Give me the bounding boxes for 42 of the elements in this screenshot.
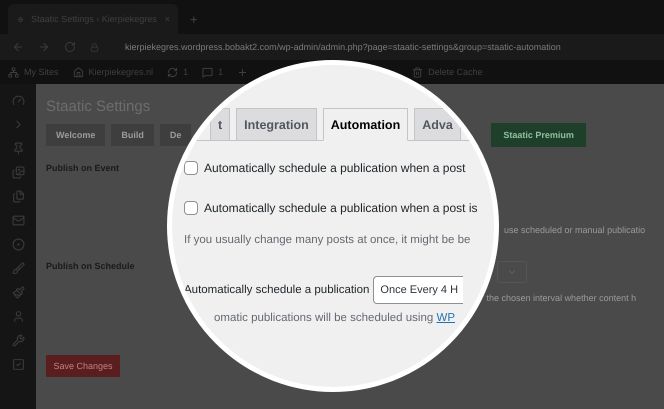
save-button[interactable]: Save Changes — [46, 355, 120, 377]
reload-icon[interactable] — [64, 41, 76, 53]
trash-icon — [412, 66, 424, 78]
mail-icon[interactable] — [12, 214, 24, 227]
wrench-icon[interactable] — [12, 334, 24, 347]
checkbox-label: Automatically schedule a publication when a post — [204, 161, 466, 175]
images-icon[interactable] — [12, 166, 24, 179]
settings-tab[interactable]: Integration — [236, 108, 317, 140]
gauge-icon[interactable] — [12, 94, 24, 107]
checkbox[interactable] — [184, 161, 198, 175]
refresh-icon — [167, 66, 178, 78]
settings-tab[interactable]: Adva — [414, 108, 461, 140]
user-icon[interactable] — [12, 310, 24, 323]
network-icon — [8, 66, 19, 78]
circle-icon[interactable] — [12, 238, 24, 251]
description-text: the chosen interval whether content h — [486, 293, 636, 303]
pages-icon[interactable] — [12, 190, 24, 203]
paintbrush-icon[interactable] — [12, 286, 24, 299]
schedule-label: Automatically schedule a publication — [184, 284, 370, 296]
forward-icon[interactable] — [38, 41, 50, 53]
description-text: use scheduled or manual publicatio — [504, 225, 646, 235]
checkbox-label: Automatically schedule a publication when a post is — [204, 201, 478, 215]
settings-tab[interactable]: Build — [111, 124, 154, 146]
settings-tab[interactable]: Automation — [322, 108, 408, 141]
brush-icon[interactable] — [12, 262, 24, 275]
new-tab-button[interactable]: + — [186, 9, 202, 29]
wp-link[interactable]: WP — [436, 312, 455, 324]
help-text: If you usually change many posts at once, it might be be — [184, 234, 472, 246]
lock-icon — [90, 42, 99, 52]
pin-icon[interactable] — [12, 142, 24, 155]
house-icon — [72, 66, 84, 78]
back-icon[interactable] — [12, 41, 24, 53]
checkbox[interactable] — [184, 201, 198, 215]
settings-tab[interactable]: Welcome — [46, 124, 106, 146]
interval-select[interactable] — [496, 261, 527, 283]
settings-tab[interactable]: t — [210, 108, 230, 140]
premium-button[interactable]: Staatic Premium — [491, 123, 586, 147]
note-text: omatic publications will be scheduled using WP — [214, 312, 456, 324]
comment-icon — [202, 66, 214, 78]
checkbox-icon[interactable] — [12, 358, 24, 371]
settings-tab[interactable]: De — [160, 124, 192, 146]
interval-select[interactable]: Once Every 4 H — [373, 276, 464, 304]
